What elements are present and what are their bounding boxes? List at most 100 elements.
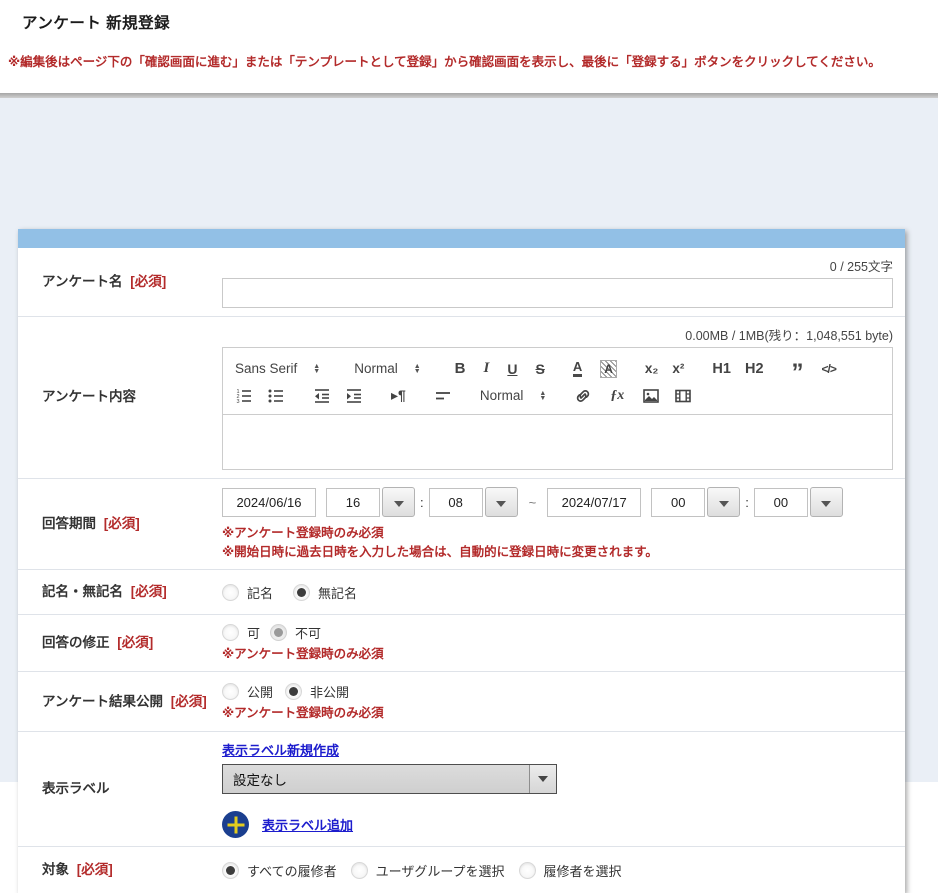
start-hour-spinner[interactable] <box>382 487 415 517</box>
editor-content-area[interactable] <box>222 414 893 470</box>
survey-content-label: アンケート内容 <box>18 317 222 478</box>
align-button[interactable] <box>434 387 452 405</box>
end-minute-input[interactable] <box>754 488 808 517</box>
panel-header-bar <box>18 229 905 248</box>
required-badge: [必須] <box>104 516 140 531</box>
end-minute-spinner[interactable] <box>810 487 843 517</box>
formula-button[interactable]: ƒx <box>610 388 624 404</box>
answer-modify-label: 回答の修正 [必須] <box>18 615 222 671</box>
end-hour-spinner[interactable] <box>707 487 740 517</box>
row-survey-content: アンケート内容 0.00MB / 1MB(残り：1,048,551 byte) … <box>18 316 905 478</box>
radio-public[interactable]: 公開 <box>222 682 273 701</box>
display-label-select[interactable]: 設定なし <box>222 764 557 794</box>
page-title: アンケート 新規登録 <box>22 11 170 33</box>
updown-arrows-icon: ▲▼ <box>539 391 546 401</box>
radio-anonymous[interactable]: 無記名 <box>293 583 357 602</box>
required-badge: [必須] <box>171 694 207 709</box>
down-arrow-icon <box>821 501 831 507</box>
display-label-label: 表示ラベル <box>18 732 222 846</box>
link-button[interactable] <box>574 387 592 405</box>
image-button[interactable] <box>642 387 660 405</box>
required-badge: [必須] <box>131 584 167 599</box>
updown-arrows-icon: ▲▼ <box>414 364 421 374</box>
radio-modify-not-allowed[interactable]: 不可 <box>270 623 321 642</box>
subscript-button[interactable]: x₂ <box>645 361 659 376</box>
row-target: 対象 [必須] すべての履修者 ユーザグループを選択 履修者を選択 <box>18 846 905 893</box>
header-1-button[interactable]: H1 <box>712 361 731 377</box>
required-badge: [必須] <box>117 635 153 650</box>
start-hour-input[interactable] <box>326 488 380 517</box>
text-color-button[interactable]: A <box>573 360 582 377</box>
background-color-button[interactable]: A <box>600 360 617 378</box>
bullet-list-button[interactable] <box>267 387 285 405</box>
blockquote-button[interactable]: ” <box>792 359 804 378</box>
create-display-label-link[interactable]: 表示ラベル新規作成 <box>222 740 893 759</box>
time-colon: : <box>745 495 749 510</box>
font-select[interactable]: Sans Serif ▲▼ <box>235 361 320 376</box>
radio-icon <box>519 862 536 879</box>
radio-icon <box>222 624 239 641</box>
page-background: アンケート名 [必須] 0 / 255文字 アンケート内容 0.00MB / 1… <box>0 98 938 782</box>
row-anonymity: 記名・無記名 [必須] 記名 無記名 <box>18 569 905 614</box>
required-badge: [必須] <box>130 274 166 289</box>
ordered-list-button[interactable]: 123 <box>235 387 253 405</box>
radio-icon <box>293 584 310 601</box>
row-survey-name: アンケート名 [必須] 0 / 255文字 <box>18 248 905 316</box>
time-colon: : <box>420 495 424 510</box>
bold-button[interactable]: B <box>455 360 466 377</box>
size-counter: 0.00MB / 1MB(残り：1,048,551 byte) <box>222 325 893 344</box>
char-counter: 0 / 255文字 <box>222 256 893 275</box>
svg-text:3: 3 <box>237 399 240 405</box>
italic-button[interactable]: I <box>484 360 490 377</box>
down-arrow-icon <box>496 501 506 507</box>
answer-period-label: 回答期間 [必須] <box>18 479 222 569</box>
header-2-button[interactable]: H2 <box>745 361 764 377</box>
start-date-input[interactable] <box>222 488 316 517</box>
row-display-label: 表示ラベル 表示ラベル新規作成 設定なし 表示ラベル追加 <box>18 731 905 846</box>
radio-private[interactable]: 非公開 <box>285 682 349 701</box>
underline-button[interactable]: U <box>507 361 517 377</box>
survey-form-panel: アンケート名 [必須] 0 / 255文字 アンケート内容 0.00MB / 1… <box>18 229 905 893</box>
outdent-button[interactable] <box>313 387 331 405</box>
video-button[interactable] <box>674 387 692 405</box>
radio-icon <box>222 683 239 700</box>
radio-modify-allowed[interactable]: 可 <box>222 623 260 642</box>
strike-button[interactable]: S <box>535 361 544 377</box>
survey-name-input[interactable] <box>222 278 893 308</box>
row-answer-modify: 回答の修正 [必須] 可 不可 ※アンケート登録時のみ必須 <box>18 614 905 671</box>
target-label: 対象 [必須] <box>18 847 222 893</box>
radio-icon <box>270 624 287 641</box>
updown-arrows-icon: ▲▼ <box>313 364 320 374</box>
line-style-select[interactable]: Normal ▲▼ <box>480 388 546 403</box>
direction-button[interactable]: ▸¶ <box>391 387 406 404</box>
anonymity-label: 記名・無記名 [必須] <box>18 570 222 614</box>
radio-named[interactable]: 記名 <box>222 583 273 602</box>
modify-note: ※アンケート登録時のみ必須 <box>222 645 893 663</box>
down-arrow-icon <box>719 501 729 507</box>
edit-instruction-note: ※編集後はページ下の「確認画面に進む」または「テンプレートとして登録」から確認画… <box>8 51 934 70</box>
radio-icon <box>222 862 239 879</box>
radio-icon <box>351 862 368 879</box>
add-display-label-button[interactable] <box>222 811 249 838</box>
end-hour-input[interactable] <box>651 488 705 517</box>
end-date-input[interactable] <box>547 488 641 517</box>
add-display-label-link[interactable]: 表示ラベル追加 <box>262 815 353 834</box>
period-note-1: ※アンケート登録時のみ必須 <box>222 524 893 542</box>
indent-button[interactable] <box>345 387 363 405</box>
row-result-publish: アンケート結果公開 [必須] 公開 非公開 ※アンケート登録時のみ必須 <box>18 671 905 731</box>
start-minute-input[interactable] <box>429 488 483 517</box>
superscript-button[interactable]: x² <box>672 361 684 376</box>
radio-select-students[interactable]: 履修者を選択 <box>519 861 622 880</box>
radio-user-group[interactable]: ユーザグループを選択 <box>351 861 505 880</box>
start-minute-spinner[interactable] <box>485 487 518 517</box>
survey-name-label: アンケート名 [必須] <box>18 248 222 316</box>
radio-all-students[interactable]: すべての履修者 <box>222 861 337 880</box>
radio-icon <box>285 683 302 700</box>
size-select[interactable]: Normal ▲▼ <box>354 361 420 376</box>
down-arrow-icon <box>394 501 404 507</box>
result-publish-label: アンケート結果公開 [必須] <box>18 672 222 731</box>
required-badge: [必須] <box>77 862 113 877</box>
row-answer-period: 回答期間 [必須] : ~ : <box>18 478 905 569</box>
period-note-2: ※開始日時に過去日時を入力した場合は、自動的に登録日時に変更されます。 <box>222 543 893 561</box>
code-block-button[interactable]: </> <box>822 362 836 376</box>
